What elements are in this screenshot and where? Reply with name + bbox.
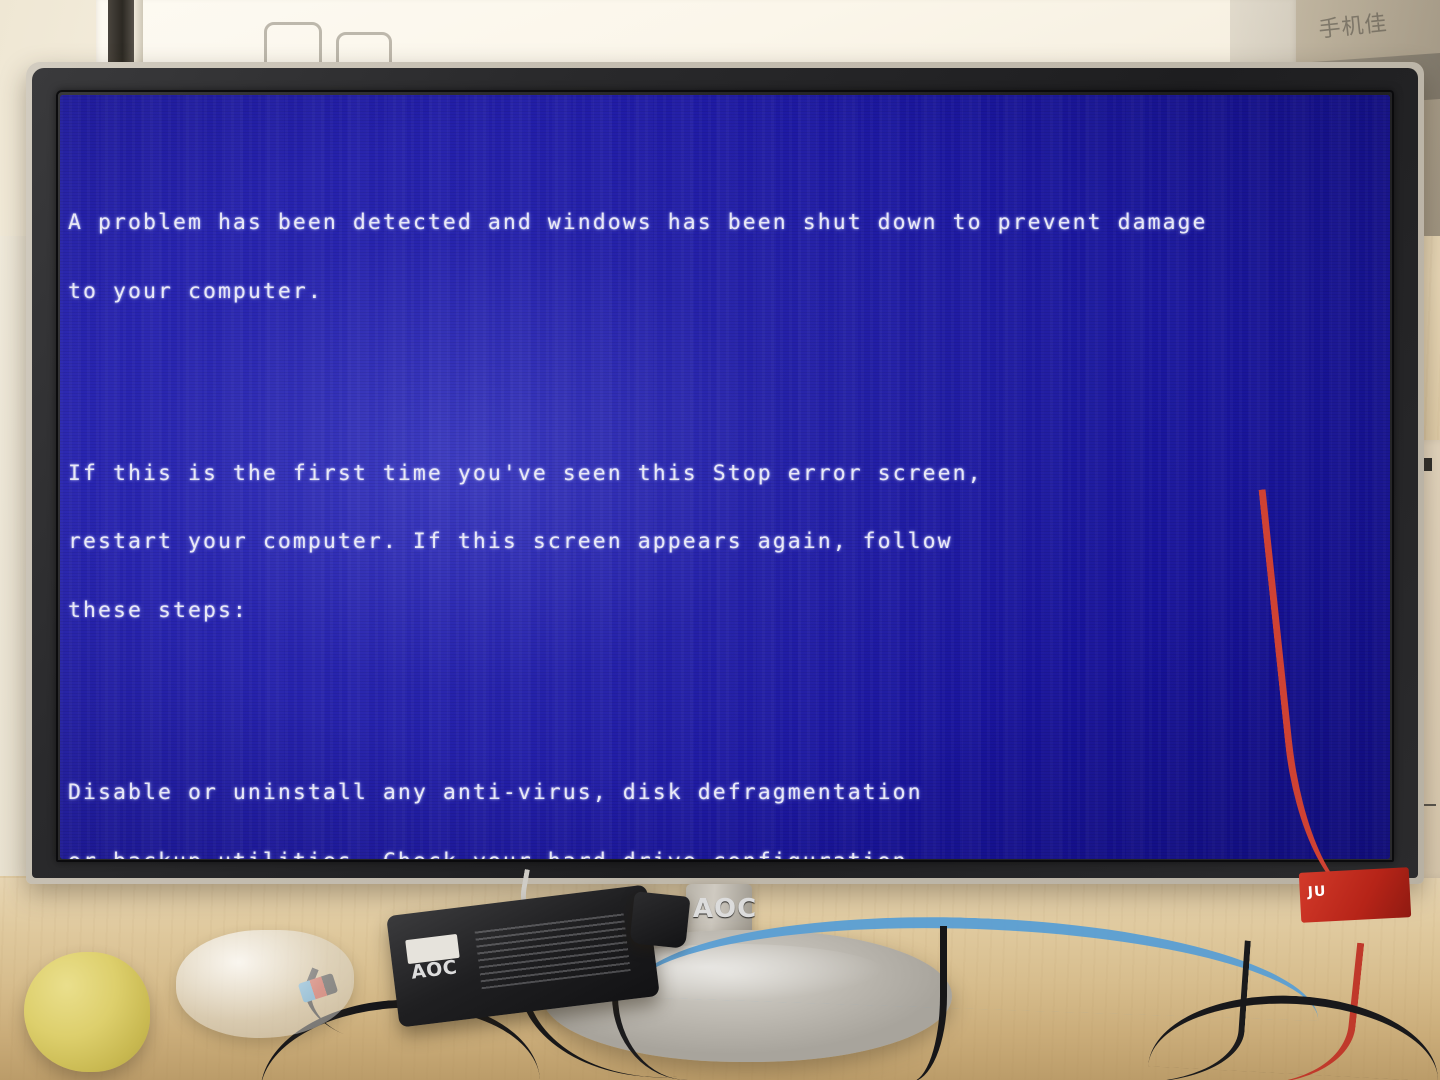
bsod-block-steps: Disable or uninstall any anti-virus, dis… [68,737,1390,859]
psu-fine-print [474,909,631,990]
bsod-line: or backup utilities. Check your hard dri… [68,850,1390,859]
bsod-line: these steps: [68,597,248,623]
red-box: JU [1298,867,1412,923]
bsod-line: Disable or uninstall any anti-virus, dis… [68,780,923,806]
psu-brand-logo: AOC [409,956,459,984]
bsod-line: to your computer. [68,278,323,304]
bsod-line: If this is the first time you've seen th… [68,460,983,486]
bsod-line: restart your computer. If this screen ap… [68,529,953,555]
aoc-monitor: A problem has been detected and windows … [26,62,1424,924]
bsod-block-first-time: If this is the first time you've seen th… [68,417,1390,668]
aoc-brand-logo: AOC [692,894,758,924]
bsod-line: A problem has been detected and windows … [68,210,1208,236]
bsod-text: A problem has been detected and windows … [68,121,1390,859]
power-plug [629,891,691,949]
pear-fruit [24,952,150,1072]
red-box-label: JU [1307,883,1327,901]
monitor-screen[interactable]: A problem has been detected and windows … [60,95,1390,859]
bsod-block-intro: A problem has been detected and windows … [68,167,1390,349]
photo-scene: 手机佳 合 MBO 格证 DIY 手工组装 笔筒收纳 文件 A problem … [0,0,1440,1080]
